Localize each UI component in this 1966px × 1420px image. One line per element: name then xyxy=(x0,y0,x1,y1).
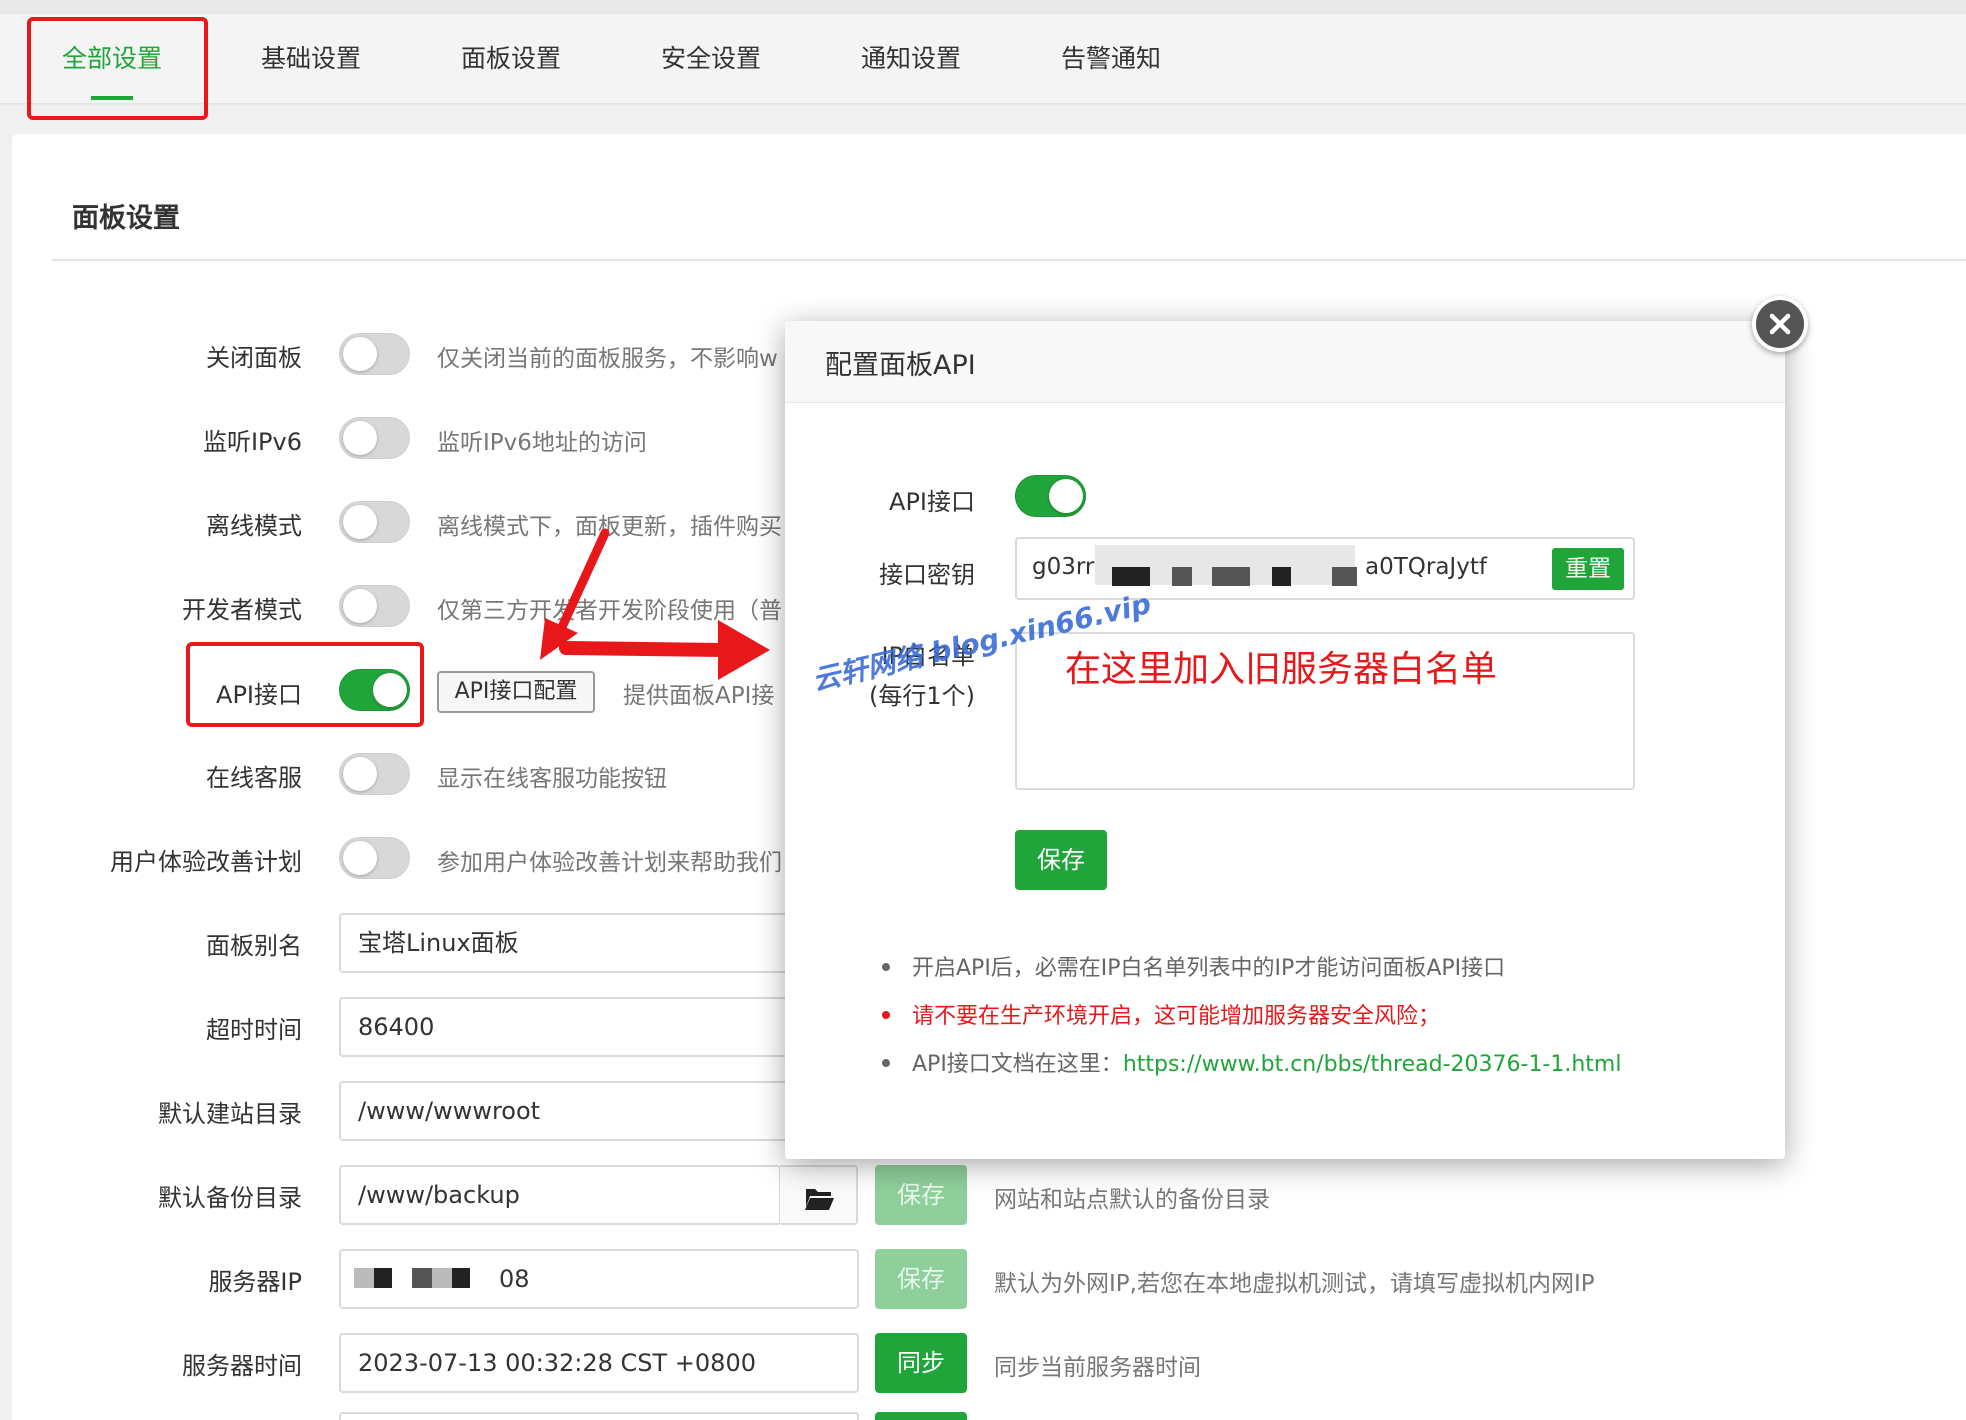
row-desc-offline: 离线模式下，面板更新，插件购买 xyxy=(437,514,782,540)
row-desc-close-panel: 仅关闭当前的面板服务，不影响w xyxy=(437,346,778,372)
section-title: 面板设置 xyxy=(72,203,180,234)
modal-key-label: 接口密钥 xyxy=(879,561,975,589)
api-config-button[interactable]: API接口配置 xyxy=(437,671,595,713)
timeout-input[interactable]: 86400 xyxy=(339,997,859,1057)
row-label-ipv6: 监听IPv6 xyxy=(202,428,302,456)
next-row-button[interactable] xyxy=(875,1412,967,1420)
tip-text: API接口文档在这里： xyxy=(912,1052,1123,1077)
close-panel-toggle[interactable] xyxy=(339,333,410,375)
server-time-input[interactable]: 2023-07-13 00:32:28 CST +0800 xyxy=(339,1333,859,1393)
row-desc-server-time: 同步当前服务器时间 xyxy=(994,1355,1201,1381)
row-label-server-time: 服务器时间 xyxy=(182,1352,302,1380)
modal-api-toggle[interactable] xyxy=(1015,475,1086,517)
redaction-block xyxy=(1172,567,1192,586)
row-label-developer: 开发者模式 xyxy=(182,596,302,624)
ux-program-toggle[interactable] xyxy=(339,837,410,879)
ipv6-toggle[interactable] xyxy=(339,417,410,459)
toggle-knob xyxy=(343,589,377,623)
row-label-timeout: 超时时间 xyxy=(206,1016,302,1044)
site-dir-input[interactable]: /www/wwwroot xyxy=(339,1081,859,1141)
redaction-block xyxy=(1272,567,1291,586)
row-desc-ux-program: 参加用户体验改善计划来帮助我们 xyxy=(437,850,782,876)
tab-strip: 全部设置 基础设置 面板设置 安全设置 通知设置 告警通知 xyxy=(0,14,1966,104)
bullet-icon xyxy=(882,1059,890,1067)
close-icon xyxy=(1769,313,1791,335)
redaction-block xyxy=(374,1268,392,1288)
sync-time-button[interactable]: 同步 xyxy=(875,1333,967,1393)
api-docs-link[interactable]: https://www.bt.cn/bbs/thread-20376-1-1.h… xyxy=(1123,1052,1622,1077)
row-desc-developer: 仅第三方开发者开发阶段使用（普 xyxy=(437,598,782,624)
bullet-icon xyxy=(882,963,890,971)
tip-text: 请不要在生产环境开启，这可能增加服务器安全风险； xyxy=(912,1004,1441,1029)
highlight-box-api xyxy=(186,642,424,727)
api-key-reset-button[interactable]: 重置 xyxy=(1552,548,1624,590)
tab-panel-settings[interactable]: 面板设置 xyxy=(443,14,579,104)
toggle-knob xyxy=(343,505,377,539)
redaction-block xyxy=(1332,567,1357,586)
redaction-block xyxy=(1212,567,1250,586)
toggle-knob xyxy=(343,421,377,455)
modal-save-button[interactable]: 保存 xyxy=(1015,830,1107,890)
next-row-input[interactable] xyxy=(339,1412,859,1420)
backup-dir-input[interactable]: /www/backup xyxy=(339,1165,781,1225)
redaction-block xyxy=(452,1268,470,1288)
tab-basic-settings[interactable]: 基础设置 xyxy=(243,14,379,104)
offline-mode-toggle[interactable] xyxy=(339,501,410,543)
row-desc-backup-dir: 网站和站点默认的备份目录 xyxy=(994,1187,1270,1213)
row-desc-ipv6: 监听IPv6地址的访问 xyxy=(437,430,647,456)
redaction-block xyxy=(354,1268,374,1288)
modal-tip-1: 开启API后，必需在IP白名单列表中的IP才能访问面板API接口 xyxy=(882,950,1505,982)
backup-dir-folder-button[interactable] xyxy=(780,1165,858,1225)
toggle-knob xyxy=(1049,479,1083,513)
developer-mode-toggle[interactable] xyxy=(339,585,410,627)
row-desc-server-ip: 默认为外网IP,若您在本地虚拟机测试，请填写虚拟机内网IP xyxy=(994,1271,1595,1297)
row-desc-online-service: 显示在线客服功能按钮 xyxy=(437,766,667,792)
toggle-knob xyxy=(343,337,377,371)
tab-alert-notify[interactable]: 告警通知 xyxy=(1043,14,1179,104)
toggle-knob xyxy=(343,757,377,791)
api-key-prefix: g03rr xyxy=(1032,554,1095,580)
row-label-panel-alias: 面板别名 xyxy=(206,932,302,960)
modal-tip-2: 请不要在生产环境开启，这可能增加服务器安全风险； xyxy=(882,998,1440,1030)
online-service-toggle[interactable] xyxy=(339,753,410,795)
api-key-suffix: a0TQraJytf xyxy=(1365,554,1487,580)
panel-alias-input[interactable]: 宝塔Linux面板 xyxy=(339,913,859,973)
tab-security-settings[interactable]: 安全设置 xyxy=(643,14,779,104)
redaction-block xyxy=(432,1268,452,1288)
row-label-close-panel: 关闭面板 xyxy=(206,344,302,372)
row-label-site-dir: 默认建站目录 xyxy=(158,1100,302,1128)
row-label-ux-program: 用户体验改善计划 xyxy=(110,848,302,876)
toggle-knob xyxy=(343,841,377,875)
modal-api-label: API接口 xyxy=(889,488,975,516)
modal-header: 配置面板API xyxy=(785,321,1785,403)
section-divider xyxy=(52,259,1966,261)
row-label-online-service: 在线客服 xyxy=(206,764,302,792)
bullet-icon xyxy=(882,1011,890,1019)
highlight-box-tab xyxy=(27,17,208,120)
row-label-offline: 离线模式 xyxy=(206,512,302,540)
redaction-block xyxy=(412,1268,432,1288)
backup-dir-save-button[interactable]: 保存 xyxy=(875,1165,967,1225)
modal-close-button[interactable] xyxy=(1752,296,1808,352)
row-desc-api: 提供面板API接 xyxy=(623,683,775,709)
folder-icon xyxy=(805,1189,834,1210)
modal-title: 配置面板API xyxy=(825,350,976,381)
server-ip-save-button[interactable]: 保存 xyxy=(875,1249,967,1309)
annotation-text: 在这里加入旧服务器白名单 xyxy=(1065,649,1498,690)
tip-text: 开启API后，必需在IP白名单列表中的IP才能访问面板API接口 xyxy=(912,956,1506,981)
settings-tab-bar: 全部设置 基础设置 面板设置 安全设置 通知设置 告警通知 xyxy=(0,0,1966,105)
row-label-server-ip: 服务器IP xyxy=(208,1268,302,1296)
modal-tip-3: API接口文档在这里：https://www.bt.cn/bbs/thread-… xyxy=(882,1046,1621,1078)
tab-notify-settings[interactable]: 通知设置 xyxy=(843,14,979,104)
row-label-backup-dir: 默认备份目录 xyxy=(158,1184,302,1212)
